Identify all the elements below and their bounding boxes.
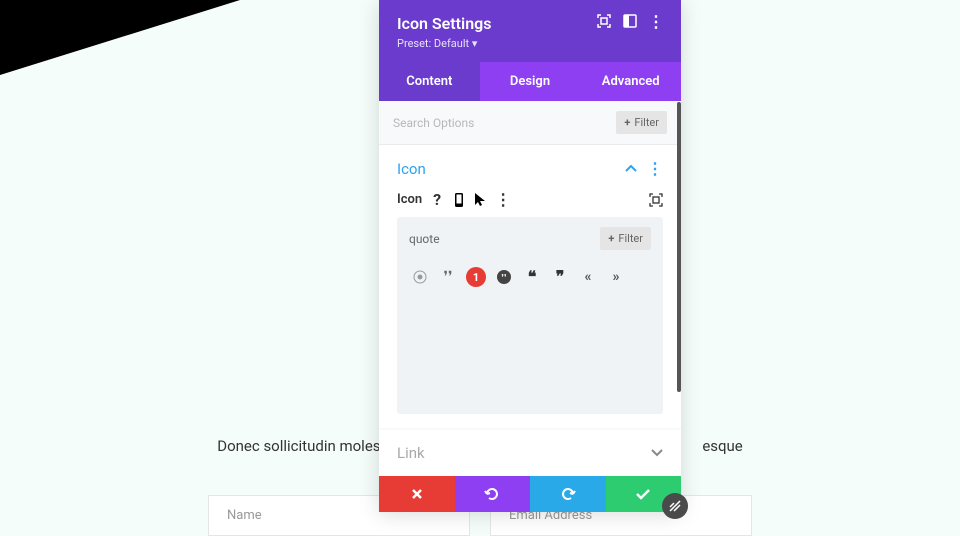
icon-quote-right-selected[interactable]: 1 <box>467 268 485 286</box>
icon-search-input[interactable] <box>409 232 592 246</box>
icon-option-row: Icon ? ⋮ <box>397 192 663 207</box>
icon-section: Icon ⋮ Icon ? ⋮ <box>379 145 681 428</box>
fullscreen-icon[interactable] <box>597 14 611 28</box>
search-options-input[interactable]: Search Options <box>393 116 616 130</box>
link-section-title: Link <box>397 444 425 462</box>
resize-handle[interactable] <box>662 493 688 519</box>
filter-button[interactable]: + Filter <box>616 111 667 134</box>
chevron-up-icon[interactable] <box>625 165 637 173</box>
modal-title: Icon Settings <box>397 14 491 33</box>
tab-content[interactable]: Content <box>379 62 480 101</box>
tab-advanced[interactable]: Advanced <box>580 62 681 101</box>
tabs-row: Content Design Advanced <box>379 62 681 101</box>
icon-settings-modal: Icon Settings ⋮ Preset: Default ▾ Conten… <box>379 0 681 512</box>
icon-picker: + Filter ❜❜ 1 ❜❜ ❝ ❞ <box>397 217 663 414</box>
selection-badge: 1 <box>466 267 486 287</box>
preset-selector[interactable]: Preset: Default ▾ <box>397 37 663 50</box>
svg-text:❜❜: ❜❜ <box>501 273 506 282</box>
phone-icon[interactable] <box>452 193 466 207</box>
modal-header: Icon Settings ⋮ Preset: Default ▾ <box>379 0 681 62</box>
icon-quote-right-circle[interactable]: ❜❜ <box>495 268 513 286</box>
search-options-row: Search Options + Filter <box>379 101 681 145</box>
panel-icon[interactable] <box>623 14 637 28</box>
icon-quote-left-solid[interactable]: ❝ <box>523 268 541 286</box>
responsive-icon[interactable] <box>649 193 663 207</box>
section-more-icon[interactable]: ⋮ <box>647 159 663 178</box>
icon-filter-button[interactable]: + Filter <box>600 227 651 250</box>
icon-quote-thin[interactable]: ❜❜ <box>439 268 457 286</box>
icon-angle-double-right[interactable]: » <box>607 268 625 286</box>
icon-angle-double-left[interactable]: « <box>579 268 597 286</box>
more-icon[interactable]: ⋮ <box>649 14 663 28</box>
icon-quote-outline[interactable] <box>411 268 429 286</box>
decorative-triangle <box>0 0 240 75</box>
icon-picker-search-row: + Filter <box>397 217 663 260</box>
bg-text-suffix: esque <box>702 437 742 455</box>
chevron-down-icon <box>651 449 663 457</box>
bg-text-1: Donec sollicitudin molestie <box>217 437 397 455</box>
scrollbar[interactable] <box>677 102 681 392</box>
tab-design[interactable]: Design <box>480 62 581 101</box>
icon-section-header[interactable]: Icon ⋮ <box>379 145 681 192</box>
help-icon[interactable]: ? <box>430 193 444 207</box>
icon-option-label: Icon <box>397 192 422 207</box>
option-more-icon[interactable]: ⋮ <box>496 193 510 207</box>
link-section-header[interactable]: Link <box>379 430 681 476</box>
icon-grid: ❜❜ 1 ❜❜ ❝ ❞ « » <box>397 260 663 294</box>
icon-quote-right-heavy[interactable]: ❞ <box>551 268 569 286</box>
icon-section-title: Icon <box>397 160 426 178</box>
hover-icon[interactable] <box>474 193 488 207</box>
